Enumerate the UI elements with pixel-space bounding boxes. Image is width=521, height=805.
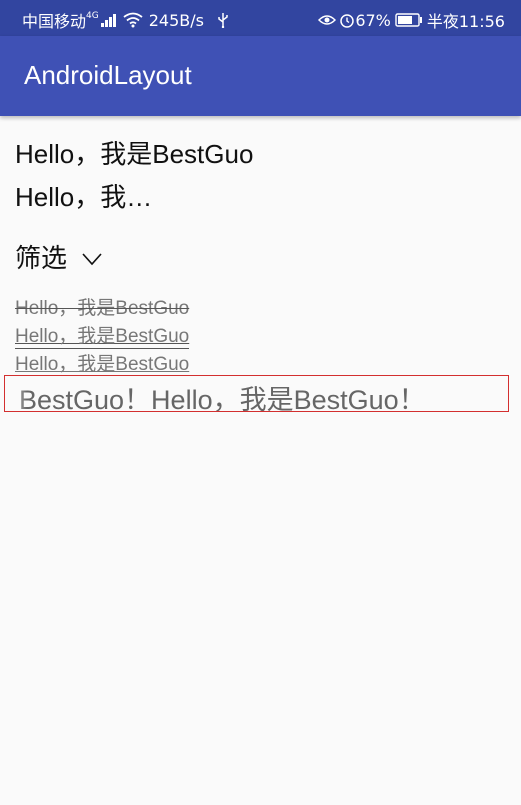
battery-percent-label: 67%: [355, 10, 391, 30]
carrier-label: 中国移动: [22, 12, 87, 31]
status-left: 中国移动 4G 245B/s: [22, 8, 230, 32]
greeting-text-full: Hello，我是BestGuo: [15, 139, 254, 169]
strikethrough-text: Hello，我是BestGuo: [15, 298, 190, 319]
network-speed-label: 245B/s: [148, 10, 204, 30]
chevron-down-icon: [82, 252, 102, 265]
alarm-icon: [340, 14, 355, 28]
clock-label: 半夜11:56: [426, 12, 505, 31]
marquee-textview: BestGuo！Hello，我是BestGuo！: [4, 375, 509, 412]
eye-icon: [318, 15, 337, 25]
battery-icon: [395, 13, 422, 27]
filter-dropdown[interactable]: 筛选: [15, 238, 103, 275]
app-bar: AndroidLayout: [0, 36, 521, 116]
double-underline-text: Hello，我是BestGuo: [15, 321, 190, 349]
greeting-text-ellipsized: Hello，我…: [15, 182, 153, 212]
status-right: 67% 半夜11:56: [318, 8, 505, 32]
status-bar: 中国移动 4G 245B/s 67% 半夜11:56: [0, 0, 521, 36]
marquee-fade-edge: [5, 376, 27, 411]
marquee-text: BestGuo！Hello，我是BestGuo！: [19, 385, 426, 412]
wifi-icon: [123, 12, 143, 28]
signal-icon: [100, 13, 117, 27]
underline-text: Hello，我是BestGuo: [15, 354, 190, 375]
usb-icon: [218, 13, 228, 28]
filter-label: 筛选: [15, 243, 68, 273]
network-type-label: 4G: [86, 11, 99, 21]
app-title: AndroidLayout: [24, 60, 192, 90]
